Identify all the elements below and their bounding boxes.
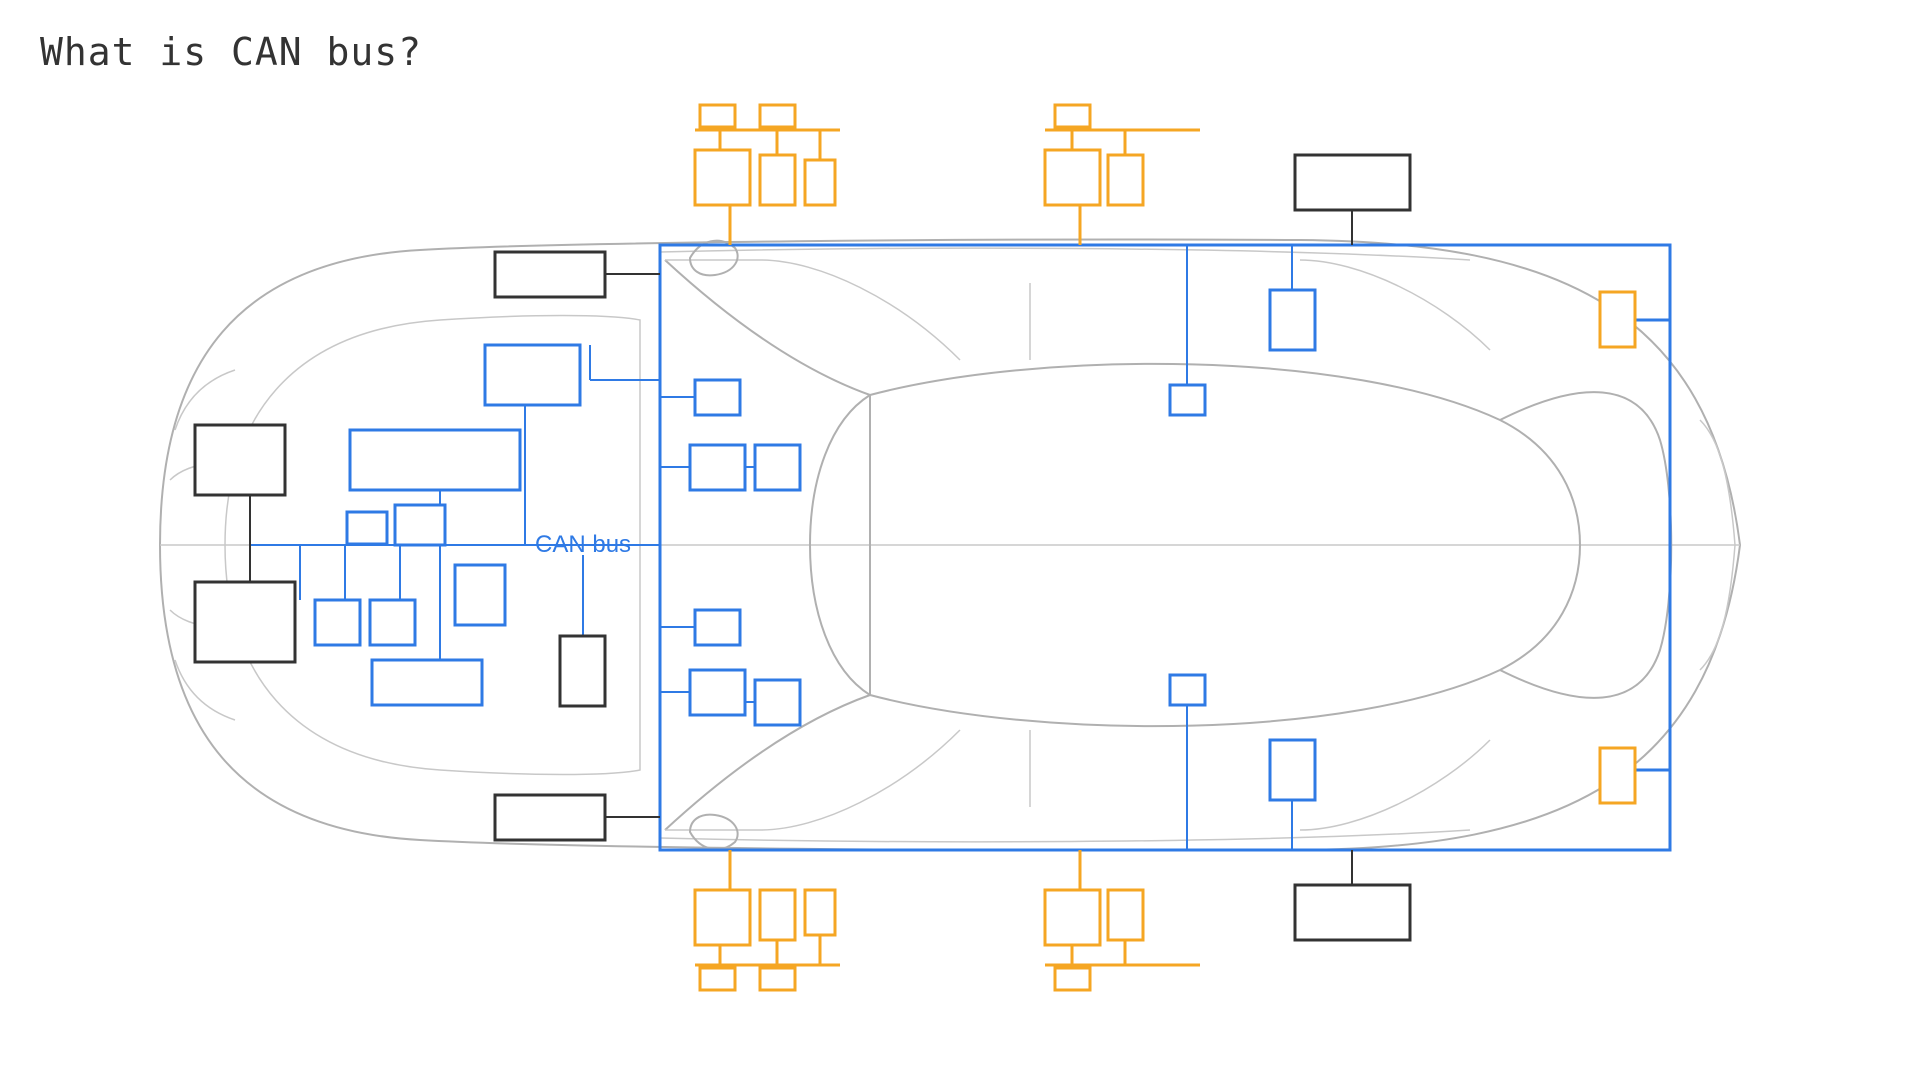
- can-bus-diagram: CAN bus: [0, 0, 1919, 1079]
- black-ecus: [195, 155, 1410, 940]
- front-ecu-tree: CAN bus: [250, 245, 1315, 850]
- orange-ecus: [695, 105, 1635, 990]
- can-bus-loop: [660, 245, 1670, 850]
- bus-label: CAN bus: [535, 531, 631, 558]
